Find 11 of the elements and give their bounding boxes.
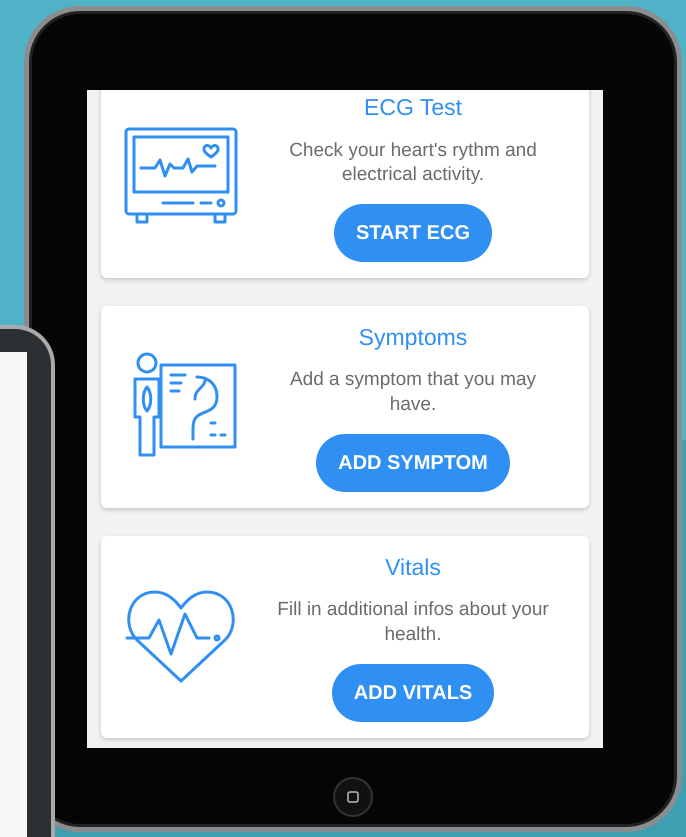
monitor-icon bbox=[123, 126, 239, 226]
card-description: Check your heart's rythm and electrical activity. bbox=[288, 138, 538, 188]
card-description: Fill in additional infos about your health. bbox=[277, 598, 549, 647]
card-description: Add a symptom that you may have. bbox=[288, 368, 538, 418]
card-title: Vitals bbox=[385, 552, 441, 582]
action-button[interactable]: START ECG bbox=[334, 204, 492, 262]
square-icon bbox=[346, 790, 360, 804]
action-button[interactable]: ADD SYMPTOM bbox=[316, 434, 510, 492]
card-title: Symptoms bbox=[358, 322, 468, 352]
action-button[interactable]: ADD VITALS bbox=[332, 664, 494, 722]
card-title: ECG Test bbox=[364, 93, 462, 122]
